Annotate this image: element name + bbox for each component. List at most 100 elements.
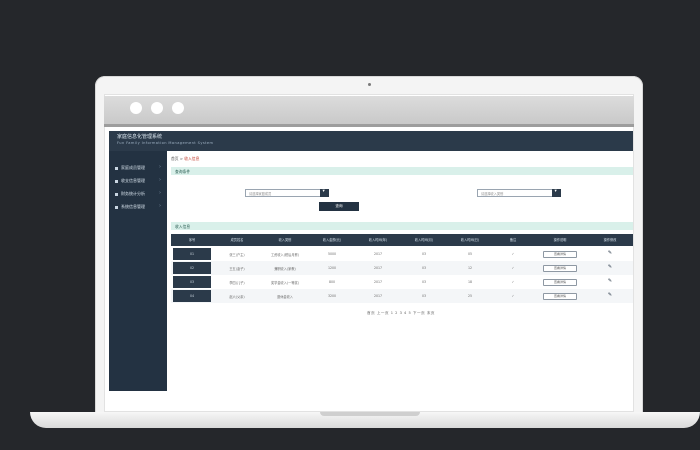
row-name: 李四(儿子)	[229, 281, 245, 285]
pencil-icon[interactable]: ✎	[603, 278, 617, 284]
row-day: 25	[467, 294, 473, 298]
row-category: 兼职收入(家教)	[274, 267, 296, 271]
details-button-label: 查看详情	[553, 266, 566, 271]
table-section-title: 收入信息	[175, 223, 191, 229]
laptop-screen: 家庭信息化管理系统 Fun Family Information Managem…	[104, 94, 634, 412]
row-note: ✓	[511, 294, 515, 298]
breadcrumb-current: 收入信息	[184, 156, 200, 161]
row-name: 赵六(父亲)	[229, 295, 245, 299]
row-id: 01	[189, 252, 195, 256]
row-month: 03	[421, 294, 427, 298]
chevron-right-icon: ›	[159, 190, 161, 196]
details-button[interactable]: 查看详情	[543, 293, 577, 300]
row-amount: 3200	[327, 294, 337, 298]
row-day: 05	[467, 252, 473, 256]
chevron-right-icon: ›	[159, 164, 161, 170]
sidebar: 家庭成员管理 › 收支信息管理 › 财务统计分析 › 系统信息管理 ›	[109, 151, 167, 391]
row-year: 2017	[373, 252, 383, 256]
search-button[interactable]: 查询	[319, 202, 359, 211]
member-select[interactable]: 请选择家庭成员 ▾	[245, 189, 329, 197]
row-day: 12	[467, 266, 473, 270]
details-button[interactable]: 查看详情	[543, 251, 577, 258]
bullet-icon	[115, 193, 118, 196]
row-month: 03	[421, 280, 427, 284]
th-name: 成员姓名	[230, 238, 244, 242]
sidebar-item-label: 系统信息管理	[121, 204, 145, 209]
breadcrumb: 首页 > 收入信息	[171, 156, 199, 162]
th-year: 收入时间(年)	[368, 238, 388, 242]
row-month: 03	[421, 266, 427, 270]
member-select-value: 请选择家庭成员	[249, 191, 272, 196]
row-amount: 1200	[327, 266, 337, 270]
th-amount: 收入金额(元)	[322, 238, 342, 242]
filter-section-bar: 查询条件	[171, 167, 633, 175]
th-month: 收入时间(月)	[414, 238, 434, 242]
th-category: 收入类别	[278, 238, 292, 242]
camera-dot	[368, 83, 371, 86]
th-edit: 操作修改	[603, 238, 617, 242]
th-action: 操作说明	[553, 238, 567, 242]
row-month: 03	[421, 252, 427, 256]
row-amount: 800	[328, 280, 336, 284]
details-button[interactable]: 查看详情	[543, 279, 577, 286]
sidebar-item-statistics[interactable]: 财务统计分析 ›	[109, 189, 167, 201]
sidebar-item-label: 财务统计分析	[121, 191, 145, 196]
app-subtitle: Fun Family Information Management System	[117, 141, 214, 145]
row-year: 2017	[373, 280, 383, 284]
row-id: 02	[189, 266, 195, 270]
category-select-toggle[interactable]: ▾	[552, 189, 561, 197]
window-maximize-dot[interactable]	[172, 102, 184, 114]
row-category: 工资收入(税后月薪)	[271, 253, 299, 257]
browser-toolbar	[104, 96, 634, 127]
details-button-label: 查看详情	[553, 294, 566, 299]
sidebar-item-finance[interactable]: 收支信息管理 ›	[109, 176, 167, 188]
row-id: 03	[189, 280, 195, 284]
chevron-down-icon: ▾	[322, 189, 325, 194]
row-note: ✓	[511, 252, 515, 256]
bullet-icon	[115, 167, 118, 170]
pagination[interactable]: 首页 上一页 1 2 3 4 5 下一页 末页	[367, 311, 435, 316]
bullet-icon	[115, 180, 118, 183]
app-title: 家庭信息化管理系统	[117, 134, 163, 140]
row-day: 18	[467, 280, 473, 284]
breadcrumb-separator: >	[179, 156, 183, 161]
row-category: 退休金收入	[277, 295, 293, 299]
row-note: ✓	[511, 280, 515, 284]
row-amount: 5000	[327, 252, 337, 256]
details-button[interactable]: 查看详情	[543, 265, 577, 272]
pencil-icon[interactable]: ✎	[603, 292, 617, 298]
sidebar-item-label: 家庭成员管理	[121, 165, 145, 170]
row-year: 2017	[373, 294, 383, 298]
chevron-right-icon: ›	[159, 177, 161, 183]
window-close-dot[interactable]	[130, 102, 142, 114]
sidebar-item-label: 收支信息管理	[121, 178, 145, 183]
row-year: 2017	[373, 266, 383, 270]
main-content: 首页 > 收入信息 查询条件 请选择家庭成员 ▾ 请选择收入类别 ▾ 查询 收入…	[167, 151, 633, 391]
th-note: 备注	[509, 238, 517, 242]
breadcrumb-home[interactable]: 首页	[171, 156, 179, 161]
pencil-icon[interactable]: ✎	[603, 250, 617, 256]
window-minimize-dot[interactable]	[151, 102, 163, 114]
row-category: 奖学金收入(一等奖)	[271, 281, 299, 285]
th-day: 收入时间(日)	[460, 238, 480, 242]
table-section-bar: 收入信息	[171, 222, 633, 230]
pencil-icon[interactable]: ✎	[603, 264, 617, 270]
row-note: ✓	[511, 266, 515, 270]
category-select-value: 请选择收入类别	[481, 191, 504, 196]
row-id: 04	[189, 294, 195, 298]
row-name: 王五(妻子)	[229, 267, 245, 271]
sidebar-item-members[interactable]: 家庭成员管理 ›	[109, 163, 167, 175]
app-header: 家庭信息化管理系统 Fun Family Information Managem…	[109, 131, 633, 151]
sidebar-item-system[interactable]: 系统信息管理 ›	[109, 202, 167, 214]
details-button-label: 查看详情	[553, 280, 566, 285]
chevron-down-icon: ▾	[554, 189, 557, 194]
search-button-label: 查询	[335, 204, 343, 208]
bullet-icon	[115, 206, 118, 209]
filter-section-title: 查询条件	[175, 168, 191, 174]
th-id: 序号	[188, 238, 196, 242]
category-select[interactable]: 请选择收入类别 ▾	[477, 189, 561, 197]
member-select-toggle[interactable]: ▾	[320, 189, 329, 197]
details-button-label: 查看详情	[553, 252, 566, 257]
row-name: 张三(户主)	[229, 253, 245, 257]
chevron-right-icon: ›	[159, 203, 161, 209]
